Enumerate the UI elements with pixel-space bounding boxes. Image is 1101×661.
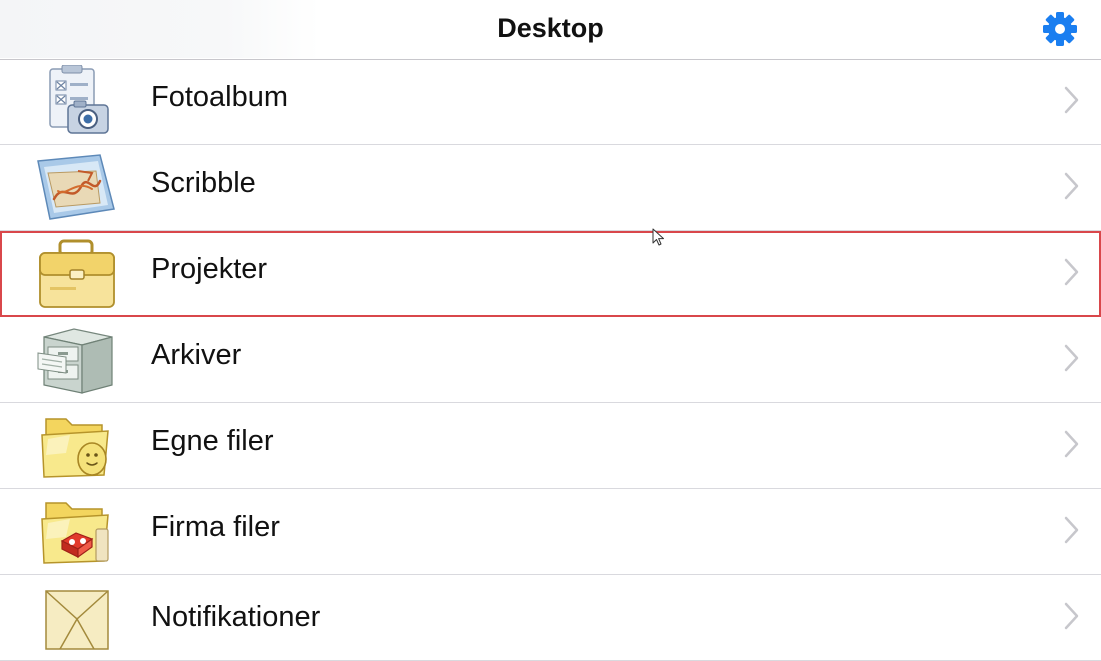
desktop-menu-list: Fotoalbum Scribble Projekter Arkiver Egn…: [0, 59, 1101, 661]
chevron-right-icon: [1064, 430, 1079, 458]
page-title: Desktop: [497, 13, 604, 43]
list-item-label: Scribble: [151, 167, 256, 199]
notification-envelope-icon: [45, 590, 109, 650]
photo-album-icon: [49, 65, 109, 134]
company-folder-icon: [41, 502, 109, 564]
list-item-egne-filer[interactable]: Egne filer: [0, 403, 1101, 489]
briefcase-icon: [39, 239, 115, 308]
list-item-projekter[interactable]: Projekter: [0, 231, 1101, 317]
list-item-firma-filer[interactable]: Firma filer: [0, 489, 1101, 575]
chevron-right-icon: [1064, 602, 1079, 630]
mouse-pointer-icon: [652, 228, 664, 246]
list-item-label: Notifikationer: [151, 601, 321, 633]
navigation-bar: Desktop: [0, 0, 1101, 60]
chevron-right-icon: [1064, 172, 1079, 200]
chevron-right-icon: [1064, 516, 1079, 544]
gear-icon[interactable]: [1040, 9, 1080, 49]
list-item-label: Firma filer: [151, 511, 280, 543]
list-item-scribble[interactable]: Scribble: [0, 145, 1101, 231]
list-item-label: Projekter: [151, 253, 268, 285]
list-item-label: Fotoalbum: [151, 81, 289, 113]
list-item-fotoalbum[interactable]: Fotoalbum: [0, 59, 1101, 145]
list-item-notifikationer[interactable]: Notifikationer: [0, 575, 1101, 661]
chevron-right-icon: [1064, 86, 1079, 114]
list-item-label: Arkiver: [151, 339, 242, 371]
scribble-icon: [37, 154, 115, 220]
personal-folder-icon: [41, 418, 109, 478]
chevron-right-icon: [1064, 344, 1079, 372]
list-item-label: Egne filer: [151, 425, 274, 457]
chevron-right-icon: [1064, 258, 1079, 286]
archive-cabinet-icon: [37, 328, 113, 394]
list-item-arkiver[interactable]: Arkiver: [0, 317, 1101, 403]
